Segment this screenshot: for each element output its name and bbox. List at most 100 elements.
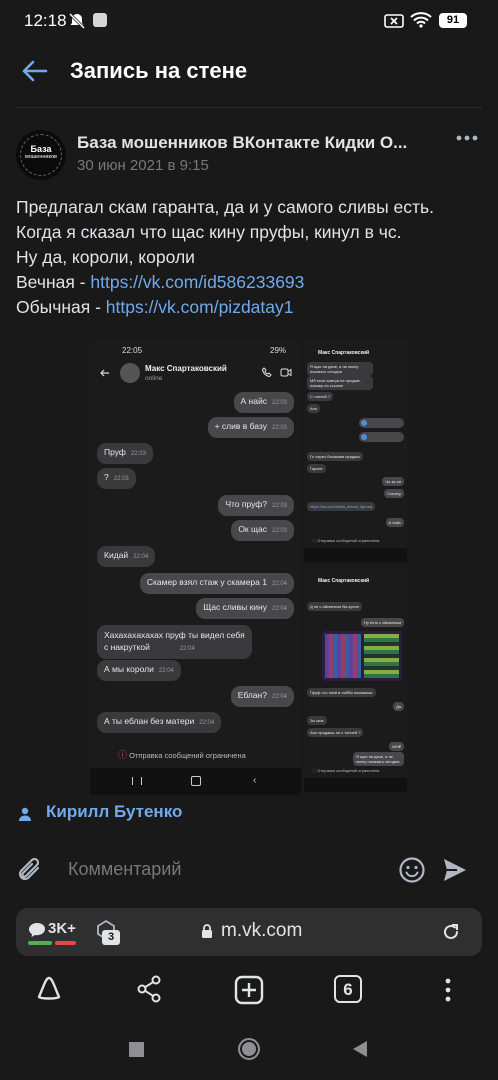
system-navigation: [0, 1022, 498, 1080]
chat-screenshot-main[interactable]: 22:05 29% Макс Спартаковский online А на…: [90, 340, 301, 795]
chat-message: С топчей ?: [307, 392, 334, 401]
chat-message: Кидай 22:04: [97, 546, 156, 567]
shot-nav: [304, 548, 407, 562]
post-line: Предлагал скам гаранта, да и у самого сл…: [16, 197, 435, 217]
restricted-notice: ⓘ Отправка сообщений ограничена: [312, 538, 380, 543]
post-line: Ну да, короли, короли: [16, 247, 195, 267]
user-icon: [19, 807, 31, 821]
group-avatar[interactable]: База мошенников: [16, 130, 66, 180]
chat-message: Пруф что твой в лобби покажешь: [307, 688, 376, 697]
back-arrow-icon[interactable]: [20, 57, 48, 85]
chat-message: Ок щас 22:03: [231, 520, 294, 541]
avatar-logo-text: База мошенников: [25, 144, 57, 161]
shot-nav: [304, 778, 407, 792]
comment-bar: Комментарий: [0, 844, 498, 896]
link-label: Вечная -: [16, 272, 91, 292]
emoji-icon[interactable]: [398, 856, 426, 884]
lobby-screenshot: [322, 631, 402, 681]
shot-status: 22:05: [122, 346, 143, 355]
author-name: Кирилл Бутенко: [46, 802, 183, 821]
tabs-button[interactable]: 6: [334, 975, 362, 1003]
lock-icon: [202, 924, 212, 938]
shot-contact-name: Макс Спартаковский: [318, 578, 370, 584]
chat-message: ? 22:03: [97, 468, 136, 489]
browser-toolbar: 6: [0, 964, 498, 1020]
chat-message: Ано продашь он с топчей ?: [307, 728, 364, 737]
profile-link[interactable]: https://vk.com/id586233693: [90, 272, 304, 292]
chat-message: Скамер взял стаж у скамера 1 22:04: [139, 573, 294, 594]
extension-badge: 3: [102, 930, 120, 945]
more-options-icon[interactable]: [455, 132, 479, 144]
chat-message: Я щас на даче, я не смогу показать сегод…: [307, 362, 373, 376]
attach-icon[interactable]: [16, 856, 44, 886]
app-notification-icon: [93, 13, 107, 27]
post-link-line: Обычная - https://vk.com/pizdatay1: [16, 295, 486, 320]
shot-contact-status: online: [145, 375, 163, 382]
voice-message: [359, 432, 404, 442]
comments-count: 3K+: [48, 920, 76, 937]
chat-message: А ты еблан без матери 22:04: [97, 712, 222, 733]
post-header: База мошенников База мошенников ВКонтакт…: [0, 120, 498, 184]
group-name[interactable]: База мошенников ВКонтакте Кидки О...: [77, 133, 437, 153]
chat-message: Хахахахахахах пруф ты видел себя с накру…: [97, 625, 252, 659]
status-time: 12:18: [24, 11, 67, 30]
page-title: Запись на стене: [70, 58, 248, 83]
restricted-notice: ⓘ Отправка сообщений ограничена: [312, 768, 380, 773]
post-author[interactable]: Кирилл Бутенко: [16, 802, 182, 822]
chat-message: Пруф 22:03: [97, 443, 153, 464]
tabs-count: 6: [343, 980, 353, 999]
battery-level: 91: [446, 14, 460, 26]
chat-message: За скок: [307, 716, 327, 725]
url-text[interactable]: m.vk.com: [221, 920, 302, 942]
shot-contact-name: Макс Спартаковский: [145, 364, 227, 373]
attached-images[interactable]: 22:05 29% Макс Спартаковский online А на…: [90, 340, 420, 795]
chat-message: 400₽: [388, 742, 404, 751]
recents-button[interactable]: [129, 1042, 144, 1057]
shot-battery: 29%: [270, 346, 287, 355]
home-icon[interactable]: [34, 974, 64, 1004]
chat-message: Еблан? 22:04: [230, 686, 294, 707]
wifi-icon: [410, 12, 432, 28]
chat-message: Что пруф? 22:03: [218, 495, 294, 516]
chat-message: А найс: [385, 518, 404, 527]
share-icon[interactable]: [136, 975, 162, 1003]
notifications-off-icon: [68, 12, 86, 30]
chat-message: Ано: [307, 404, 321, 413]
system-back-icon[interactable]: [352, 1040, 368, 1058]
post-date: 30 июн 2021 в 9:15: [77, 157, 209, 174]
link-label: Обычная -: [16, 297, 106, 317]
restricted-notice: ⓘ Отправка сообщений ограничена: [118, 750, 246, 760]
profile-link[interactable]: https://vk.com/pizdatay1: [106, 297, 294, 317]
post-link-line: Вечная - https://vk.com/id586233693: [16, 270, 486, 295]
chat-screenshot-tertiary[interactable]: Макс Спартаковский Д не с айсменом бы ку…: [304, 568, 407, 792]
chat-message: Я щас на даче, я не смогу показать сегод…: [353, 752, 404, 766]
status-bar: 12:18 91: [0, 0, 498, 40]
chat-message: Гарант: [307, 464, 326, 473]
shot-back-icon: [100, 369, 109, 377]
shot-contact-name: Макс Спартаковский: [318, 350, 370, 356]
new-tab-icon[interactable]: [234, 975, 264, 1005]
chat-message: Ну есть с айсменом: [361, 618, 404, 627]
voice-message: [359, 418, 404, 428]
chat-message: А найс 22:03: [233, 392, 294, 413]
shot-nav: ‹: [90, 768, 301, 795]
chat-message: Чо за он: [382, 477, 404, 486]
chat-message: Го через Лисикова продаш: [307, 452, 363, 461]
chat-message: Д не с айсменом бы купил: [307, 602, 363, 611]
comments-bubble-icon: [29, 923, 45, 937]
chat-message: https://vk.com/nikita_lesnoi_tigrenq: [307, 502, 376, 511]
comment-input[interactable]: Комментарий: [68, 859, 181, 880]
chat-message: Щас сливы кину 22:04: [196, 598, 294, 619]
app-header: Запись на стене: [0, 40, 498, 104]
battery-indicator: 91: [439, 13, 467, 28]
chat-message: Да: [393, 702, 404, 711]
home-button[interactable]: [238, 1038, 260, 1060]
chat-screenshot-secondary[interactable]: Макс Спартаковский Я щас на даче, я не с…: [304, 340, 407, 562]
send-icon[interactable]: [442, 857, 468, 883]
browser-url-bar[interactable]: 3K+ 3 m.vk.com: [16, 908, 482, 956]
chat-message: Мб если завтра не продам , покажу по ссы…: [307, 376, 373, 390]
post-text: Предлагал скам гаранта, да и у самого сл…: [16, 195, 486, 320]
reload-icon[interactable]: [441, 922, 461, 942]
menu-icon[interactable]: [440, 976, 456, 1004]
rating-bar: [28, 941, 76, 945]
